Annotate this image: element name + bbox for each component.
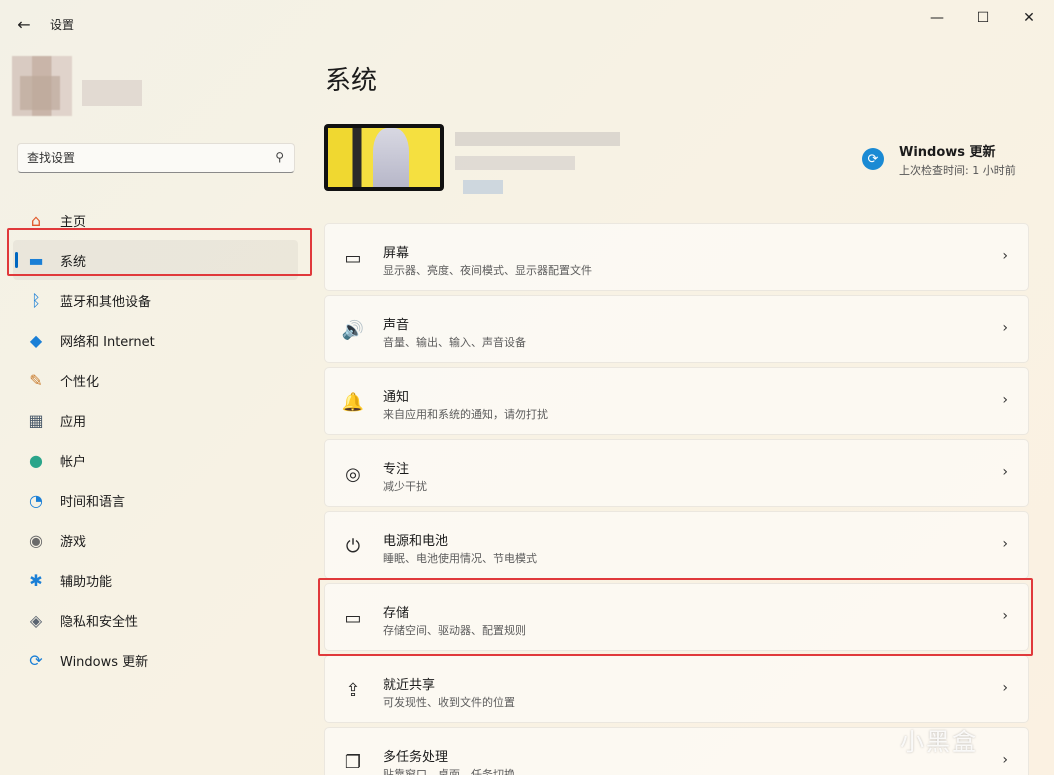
card-title: 电源和电池 [383, 534, 449, 549]
maximize-button[interactable]: ☐ [960, 4, 1006, 32]
settings-card-storage[interactable]: ▭ 存储存储空间、驱动器、配置规则 › [324, 583, 1029, 651]
chevron-right-icon: › [1002, 464, 1008, 480]
settings-card-share[interactable]: ⇪ 就近共享可发现性、收到文件的位置 › [324, 655, 1029, 723]
card-subtitle: 贴靠窗口、桌面、任务切换 [383, 768, 515, 775]
card-subtitle: 减少干扰 [383, 480, 427, 493]
sidebar-item-10[interactable]: ◈ 隐私和安全性 [13, 600, 298, 640]
wifi-icon: ◆ [29, 330, 43, 350]
sidebar-item-label: 隐私和安全性 [60, 614, 139, 630]
sidebar-item-4[interactable]: ✎ 个性化 [13, 360, 298, 400]
system-icon: ▬ [28, 250, 44, 270]
display-icon: ▭ [344, 247, 362, 269]
card-title: 专注 [383, 462, 410, 477]
sidebar-item-label: 帐户 [60, 454, 87, 470]
title-bar: ← 设置 — ☐ ✕ [0, 0, 1054, 48]
sidebar-item-8[interactable]: ◉ 游戏 [13, 520, 298, 560]
card-subtitle: 显示器、亮度、夜间模式、显示器配置文件 [383, 264, 592, 277]
sidebar-item-9[interactable]: ✱ 辅助功能 [13, 560, 298, 600]
settings-card-bell[interactable]: 🔔 通知来自应用和系统的通知，请勿打扰 › [324, 367, 1029, 435]
sidebar-item-label: Windows 更新 [60, 654, 149, 670]
windows-update-icon: ⟳ [29, 650, 43, 670]
clock-globe-icon: ◔ [29, 490, 43, 510]
sidebar-item-label: 网络和 Internet [60, 334, 155, 350]
sidebar-item-label: 蓝牙和其他设备 [60, 294, 152, 310]
gamepad-icon: ◉ [29, 530, 43, 550]
settings-card-power[interactable]: ⏻ 电源和电池睡眠、电池使用情况、节电模式 › [324, 511, 1029, 579]
chevron-right-icon: › [1002, 248, 1008, 264]
chevron-right-icon: › [1002, 608, 1008, 624]
sidebar-item-label: 游戏 [60, 534, 87, 550]
chevron-right-icon: › [1002, 752, 1008, 768]
windows-update-icon[interactable]: ⟳ [862, 148, 884, 170]
sidebar-item-label: 个性化 [60, 374, 100, 390]
multitask-icon: ❐ [344, 751, 362, 773]
share-icon: ⇪ [345, 679, 361, 701]
settings-card-display[interactable]: ▭ 屏幕显示器、亮度、夜间模式、显示器配置文件 › [324, 223, 1029, 291]
chevron-right-icon: › [1002, 320, 1008, 336]
shield-icon: ◈ [29, 610, 43, 630]
app-title: 设置 [50, 18, 75, 32]
search-input[interactable] [27, 149, 267, 167]
card-subtitle: 可发现性、收到文件的位置 [383, 696, 515, 709]
search-box[interactable]: ⚲ [17, 143, 295, 173]
back-button[interactable]: ← [10, 10, 38, 38]
card-subtitle: 来自应用和系统的通知，请勿打扰 [383, 408, 548, 421]
chevron-right-icon: › [1002, 680, 1008, 696]
card-title: 多任务处理 [383, 750, 449, 765]
page-title: 系统 [325, 66, 378, 96]
watermark-logo: 小黑盒 [900, 728, 978, 756]
settings-card-focus[interactable]: ◎ 专注减少干扰 › [324, 439, 1029, 507]
device-name-blurred[interactable] [455, 132, 630, 194]
sidebar-item-label: 系统 [60, 254, 87, 270]
card-title: 就近共享 [383, 678, 436, 693]
card-title: 存储 [383, 606, 410, 621]
sidebar-item-5[interactable]: ▦ 应用 [13, 400, 298, 440]
update-title[interactable]: Windows 更新 [899, 141, 996, 160]
focus-icon: ◎ [345, 463, 361, 485]
minimize-button[interactable]: — [914, 4, 960, 32]
sidebar-item-label: 主页 [60, 214, 87, 230]
card-subtitle: 存储空间、驱动器、配置规则 [383, 624, 526, 637]
sidebar-item-7[interactable]: ◔ 时间和语言 [13, 480, 298, 520]
card-title: 屏幕 [383, 246, 410, 261]
speaker-icon: 🔊 [341, 319, 365, 341]
user-name-blurred [82, 80, 142, 106]
sidebar-item-11[interactable]: ⟳ Windows 更新 [13, 640, 298, 680]
power-icon: ⏻ [345, 535, 361, 557]
home-icon: ⌂ [30, 210, 42, 230]
sidebar-item-label: 时间和语言 [60, 494, 126, 510]
card-title: 通知 [383, 390, 410, 405]
sidebar-item-6[interactable]: ● 帐户 [13, 440, 298, 480]
sidebar-item-label: 应用 [60, 414, 87, 430]
close-button[interactable]: ✕ [1006, 4, 1052, 32]
card-subtitle: 音量、输出、输入、声音设备 [383, 336, 526, 349]
storage-icon: ▭ [344, 607, 362, 629]
bluetooth-icon: ᛒ [31, 290, 41, 310]
apps-icon: ▦ [28, 410, 44, 430]
sidebar-item-3[interactable]: ◆ 网络和 Internet [13, 320, 298, 360]
settings-card-speaker[interactable]: 🔊 声音音量、输出、输入、声音设备 › [324, 295, 1029, 363]
sidebar-item-label: 辅助功能 [60, 574, 113, 590]
sidebar-item-2[interactable]: ᛒ 蓝牙和其他设备 [13, 280, 298, 320]
device-wallpaper-thumbnail[interactable] [324, 124, 444, 191]
account-icon: ● [29, 450, 43, 470]
update-last-checked: 上次检查时间: 1 小时前 [899, 164, 1016, 177]
sidebar-item-0[interactable]: ⌂ 主页 [13, 200, 298, 240]
chevron-right-icon: › [1002, 536, 1008, 552]
card-subtitle: 睡眠、电池使用情况、节电模式 [383, 552, 537, 565]
avatar[interactable] [12, 56, 72, 116]
search-icon[interactable]: ⚲ [275, 150, 284, 164]
card-title: 声音 [383, 318, 410, 333]
brush-icon: ✎ [29, 370, 43, 390]
sidebar-nav: ⌂ 主页 ▬ 系统 ᛒ 蓝牙和其他设备 ◆ 网络和 Internet ✎ 个性化 ▦ 应用 ● 帐户 ◔ 时间… [13, 200, 298, 680]
accessibility-icon: ✱ [29, 570, 43, 590]
chevron-right-icon: › [1002, 392, 1008, 408]
settings-card-list: ▭ 屏幕显示器、亮度、夜间模式、显示器配置文件 › 🔊 声音音量、输出、输入、声音设备 ›… [324, 223, 1029, 775]
bell-icon: 🔔 [341, 391, 365, 413]
arrow-left-icon: ← [17, 14, 31, 34]
sidebar-item-1[interactable]: ▬ 系统 [13, 240, 298, 280]
